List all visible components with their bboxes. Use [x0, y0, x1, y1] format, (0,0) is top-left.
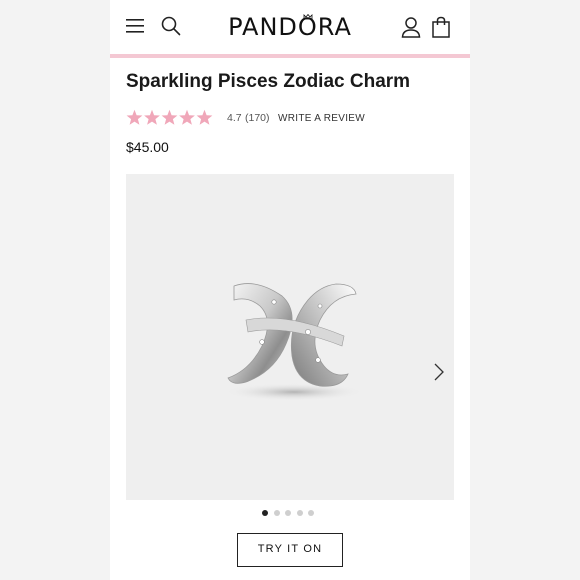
rating-value: 4.7 [227, 112, 242, 124]
logo-text: PANDORA [228, 13, 352, 41]
header-accent-bar [110, 54, 470, 58]
review-count[interactable]: (170) [245, 112, 270, 124]
product-rating: 4.7 (170) WRITE A REVIEW [126, 109, 456, 129]
search-icon[interactable] [161, 16, 181, 36]
product-image[interactable] [126, 174, 454, 500]
carousel-dot-4[interactable] [296, 510, 303, 516]
chevron-right-icon[interactable] [433, 362, 445, 382]
bag-icon[interactable] [431, 16, 451, 38]
product-title: Sparkling Pisces Zodiac Charm [126, 71, 411, 92]
carousel-dot-3[interactable] [285, 510, 291, 516]
carousel-dot-1[interactable] [262, 510, 268, 516]
crown-icon [303, 14, 313, 20]
star-rating-icon[interactable] [126, 109, 214, 127]
mobile-page: PANDORA Sparkling Pisces Zodiac Charm 4.… [110, 0, 470, 580]
menu-icon[interactable] [126, 18, 144, 34]
carousel-dot-2[interactable] [273, 510, 280, 516]
carousel-pagination [262, 510, 322, 518]
try-it-on-button[interactable]: TRY IT ON [237, 533, 343, 567]
site-header: PANDORA [110, 0, 470, 54]
product-price: $45.00 [126, 139, 169, 155]
account-icon[interactable] [401, 16, 421, 38]
pisces-charm-image [224, 283, 364, 401]
write-review-link[interactable]: WRITE A REVIEW [278, 113, 365, 124]
carousel-dot-5[interactable] [308, 510, 314, 516]
pandora-logo[interactable]: PANDORA [222, 12, 358, 42]
